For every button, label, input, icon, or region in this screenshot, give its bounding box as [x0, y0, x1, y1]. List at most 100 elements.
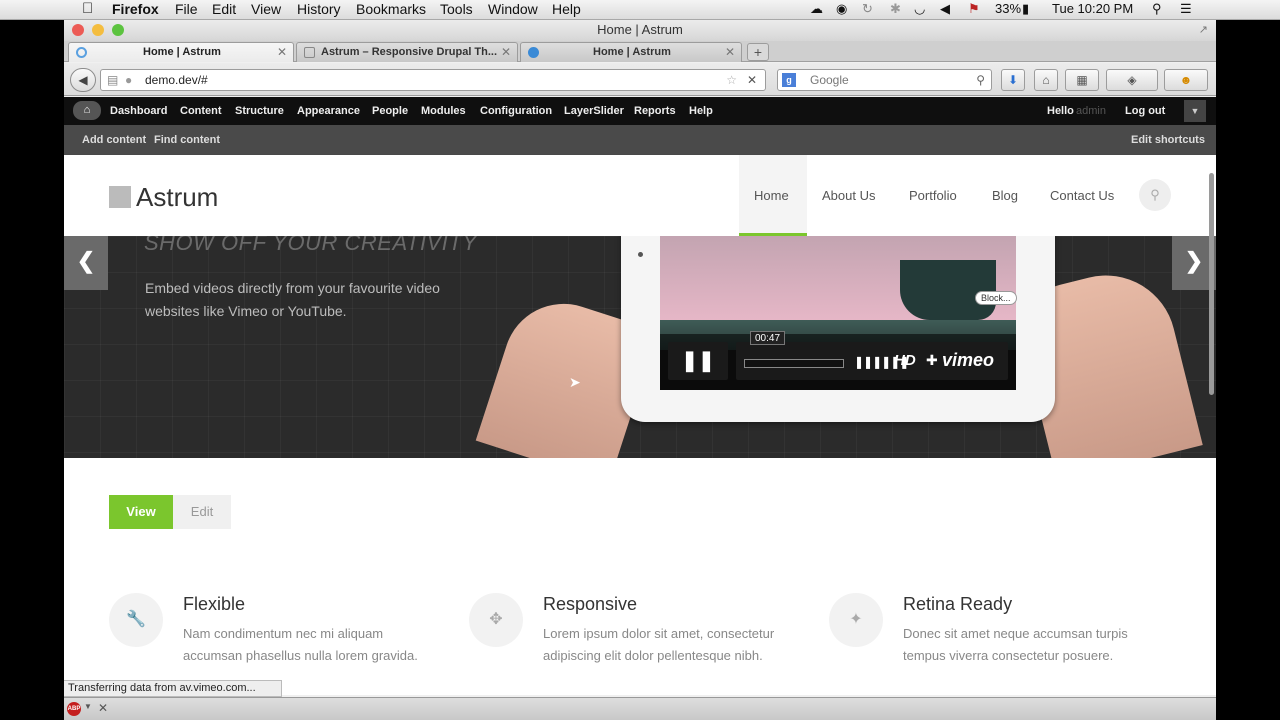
puzzle-icon[interactable]: ◈ — [1106, 69, 1158, 91]
toolbar-content[interactable]: Content — [180, 105, 222, 117]
feature-title: Flexible — [183, 594, 246, 614]
slider-prev-icon[interactable]: ❮ — [64, 236, 108, 290]
addon-face-icon[interactable]: ☻ — [1164, 69, 1208, 91]
fullscreen-icon[interactable]: ✚ — [926, 352, 938, 369]
toolbar-username[interactable]: admin — [1076, 105, 1106, 117]
toolbar-configuration[interactable]: Configuration — [480, 105, 552, 117]
menu-edit[interactable]: Edit — [212, 1, 236, 17]
search-icon[interactable]: ⚲ — [976, 70, 985, 90]
record-icon[interactable]: ◉ — [836, 1, 847, 17]
google-icon[interactable]: g — [782, 73, 796, 87]
toolbar-people[interactable]: People — [372, 105, 408, 117]
page-icon — [304, 47, 315, 58]
close-tab-icon[interactable]: ✕ — [277, 43, 287, 62]
menu-view[interactable]: View — [251, 1, 281, 17]
tab-label: Home | Astrum — [593, 46, 671, 58]
feature-title: Responsive — [543, 594, 638, 614]
status-text: Transferring data from av.vimeo.com... — [64, 680, 282, 697]
tab-home-astrum[interactable]: Home | Astrum ✕ — [68, 42, 294, 62]
site-header: Astrum Home About Us Portfolio Blog Cont… — [64, 155, 1216, 236]
toolbar-modules[interactable]: Modules — [421, 105, 466, 117]
pause-button[interactable]: ❚❚ — [668, 342, 728, 380]
zoom-window-icon[interactable] — [112, 24, 124, 36]
clock[interactable]: Tue 10:20 PM — [1052, 1, 1133, 16]
new-tab-button[interactable]: + — [747, 43, 769, 61]
back-button[interactable]: ◀ — [70, 68, 96, 92]
nav-home[interactable]: Home — [754, 188, 789, 203]
tab-view[interactable]: View — [109, 495, 173, 529]
menu-file[interactable]: File — [175, 1, 198, 17]
hero-title: SHOW OFF YOUR CREATIVITY — [144, 236, 478, 255]
bookmark-star-icon[interactable]: ☆ — [726, 70, 737, 90]
wrench-icon: 🔧 — [109, 593, 163, 647]
magic-wand-icon: ✦ — [829, 593, 883, 647]
toolbar-help[interactable]: Help — [689, 105, 713, 117]
hd-button[interactable]: HD — [894, 352, 916, 369]
feature-title: Retina Ready — [903, 594, 1013, 614]
apple-icon[interactable]:  — [82, 0, 93, 17]
close-window-icon[interactable] — [72, 24, 84, 36]
shortcut-add-content[interactable]: Add content — [82, 134, 146, 146]
adblock-icon[interactable]: ABP — [67, 702, 81, 716]
vimeo-video-player[interactable]: ❚❚ 00:47 ❚❚❚❚❚❚ HD ✚ vimeo — [660, 236, 1016, 390]
edit-shortcuts-link[interactable]: Edit shortcuts — [1131, 134, 1205, 146]
nav-about-us[interactable]: About Us — [822, 188, 875, 203]
fullscreen-icon[interactable]: ↗ — [1199, 20, 1208, 40]
toolbar-appearance[interactable]: Appearance — [297, 105, 360, 117]
scroll-thumb[interactable] — [1209, 173, 1214, 395]
cloud-icon[interactable]: ☁ — [810, 1, 823, 17]
home-icon[interactable]: ⌂ — [1034, 69, 1058, 91]
toolbar-reports[interactable]: Reports — [634, 105, 676, 117]
navigation-bar: ◀ ▤ ● demo.dev/# ☆ ✕ g Google ⚲ ⬇ ⌂ ▦ ◈ … — [64, 63, 1216, 96]
close-addon-bar-icon[interactable]: ✕ — [98, 701, 108, 715]
nav-contact-us[interactable]: Contact Us — [1050, 188, 1114, 203]
volume-icon[interactable]: ◀ — [940, 1, 950, 17]
shortcut-find-content[interactable]: Find content — [154, 134, 220, 146]
vimeo-logo[interactable]: vimeo — [942, 350, 994, 371]
menu-tools[interactable]: Tools — [440, 1, 473, 17]
download-icon[interactable]: ⬇ — [1001, 69, 1025, 91]
title-bar: Home | Astrum ↗ — [64, 20, 1216, 41]
stop-icon[interactable]: ✕ — [747, 70, 757, 90]
close-tab-icon[interactable]: ✕ — [501, 43, 511, 62]
tab-edit[interactable]: Edit — [173, 495, 231, 529]
site-search-icon[interactable]: ⚲ — [1139, 179, 1171, 211]
time-machine-icon[interactable]: ↻ — [862, 1, 873, 17]
mouse-cursor-icon: ➤ — [569, 374, 581, 390]
menu-bookmarks[interactable]: Bookmarks — [356, 1, 426, 17]
battery-percent[interactable]: 33% — [995, 1, 1021, 16]
bookmarks-icon[interactable]: ▦ — [1065, 69, 1099, 91]
battery-icon[interactable]: ▮ — [1022, 1, 1029, 17]
url-bar[interactable]: ▤ ● demo.dev/# ☆ ✕ — [100, 69, 766, 91]
toolbar-toggle-icon[interactable]: ▼ — [1184, 100, 1206, 122]
close-tab-icon[interactable]: ✕ — [725, 43, 735, 62]
tab-astrum-drupal[interactable]: Astrum – Responsive Drupal Th... ✕ — [296, 42, 518, 62]
firefox-window: Home | Astrum ↗ Home | Astrum ✕ Astrum –… — [64, 20, 1216, 720]
toolbar-dashboard[interactable]: Dashboard — [110, 105, 167, 117]
spotlight-icon[interactable]: ⚲ — [1152, 1, 1162, 17]
tab-label: Astrum – Responsive Drupal Th... — [321, 46, 498, 58]
video-progress[interactable] — [744, 359, 844, 368]
menu-history[interactable]: History — [297, 1, 341, 17]
nav-blog[interactable]: Blog — [992, 188, 1018, 203]
adblock-menu-icon[interactable]: ▼ — [84, 702, 92, 711]
menu-window[interactable]: Window — [488, 1, 538, 17]
video-controls: ❚❚ 00:47 ❚❚❚❚❚❚ HD ✚ vimeo — [660, 331, 1016, 390]
flag-icon[interactable]: ⚑ — [968, 1, 980, 17]
menu-app-name[interactable]: Firefox — [112, 1, 159, 17]
bluetooth-icon[interactable]: ✱ — [890, 1, 901, 17]
addon-bar: ABP ▼ ✕ — [64, 697, 1216, 720]
page-icon: ▤ — [107, 73, 119, 87]
toolbar-layerslider[interactable]: LayerSlider — [564, 105, 624, 117]
menu-help[interactable]: Help — [552, 1, 581, 17]
search-bar[interactable]: g Google ⚲ — [777, 69, 992, 91]
tab-home-astrum-2[interactable]: Home | Astrum ✕ — [520, 42, 742, 62]
minimize-window-icon[interactable] — [92, 24, 104, 36]
nav-portfolio[interactable]: Portfolio — [909, 188, 957, 203]
wifi-icon[interactable]: ◡ — [914, 1, 925, 17]
toolbar-logout[interactable]: Log out — [1125, 105, 1165, 117]
home-icon[interactable]: ⌂ — [73, 101, 101, 120]
toolbar-structure[interactable]: Structure — [235, 105, 284, 117]
notification-icon[interactable]: ☰ — [1180, 1, 1192, 17]
page-scrollbar[interactable] — [1207, 173, 1216, 695]
